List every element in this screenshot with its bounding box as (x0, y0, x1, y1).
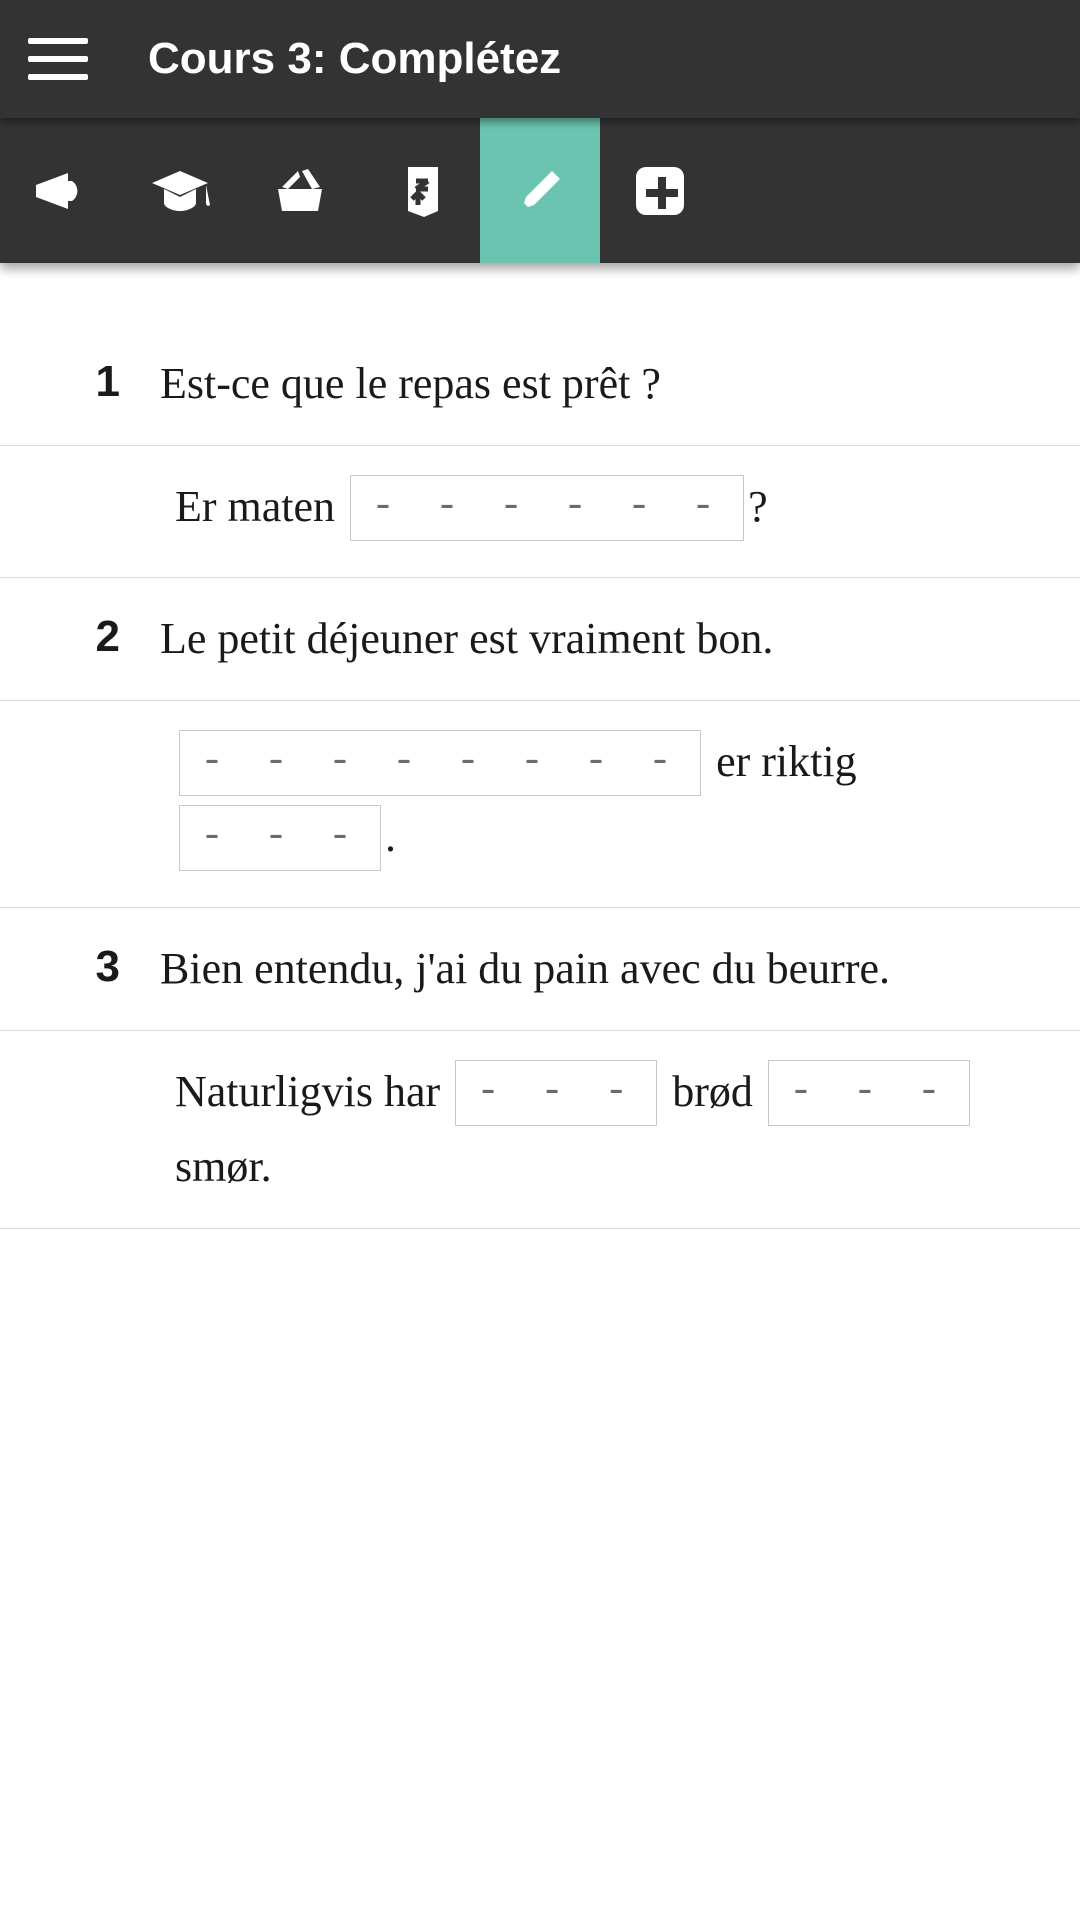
blank-input[interactable]: - - - - - - (350, 475, 744, 541)
exercise-answer: - - - - - - - - er riktig - - -. (0, 701, 1080, 907)
answer-line: Er maten - - - - - -? (175, 474, 1040, 549)
exercise-list: 1 Est-ce que le repas est prêt ? Er mate… (0, 263, 1080, 1920)
swap-icon (388, 159, 452, 223)
answer-text: er riktig (705, 737, 857, 786)
exercise-prompt: 3 Bien entendu, j'ai du pain avec du beu… (0, 908, 1080, 1030)
exercise-number: 3 (0, 936, 160, 1002)
exercise-prompt: 1 Est-ce que le repas est prêt ? (0, 323, 1080, 445)
prompt-text: Le petit déjeuner est vraiment bon. (160, 606, 1040, 672)
pencil-icon (508, 159, 572, 223)
tab-learn[interactable] (120, 118, 240, 263)
answer-text: Er maten (175, 482, 346, 531)
menu-icon[interactable] (28, 29, 88, 89)
answer-text: smør. (175, 1142, 272, 1191)
answer-line: - - - - - - - - er riktig - - -. (175, 729, 1040, 879)
answer-text: Naturligvis har (175, 1067, 451, 1116)
tab-archive[interactable] (240, 118, 360, 263)
exercise-answer: Er maten - - - - - -? (0, 446, 1080, 577)
prompt-text: Bien entendu, j'ai du pain avec du beurr… (160, 936, 1040, 1002)
answer-text: brød (661, 1067, 764, 1116)
prompt-text: Est-ce que le repas est prêt ? (160, 351, 1040, 417)
exercise-number: 1 (0, 351, 160, 417)
tab-translate[interactable] (360, 118, 480, 263)
tab-listen[interactable] (0, 118, 120, 263)
tab-write[interactable] (480, 118, 600, 263)
tab-bar (0, 118, 1080, 263)
answer-line: Naturligvis har - - - brød - - - smør. (175, 1059, 1040, 1200)
page-title: Cours 3: Complétez (148, 34, 561, 84)
answer-text: . (385, 812, 396, 861)
exercise-answer: Naturligvis har - - - brød - - - smør. (0, 1031, 1080, 1228)
plus-icon (628, 159, 692, 223)
app-header: Cours 3: Complétez (0, 0, 1080, 118)
exercise-number: 2 (0, 606, 160, 672)
tab-add[interactable] (600, 118, 720, 263)
blank-input[interactable]: - - - (455, 1060, 657, 1126)
megaphone-icon (28, 159, 92, 223)
blank-input[interactable]: - - - (768, 1060, 970, 1126)
blank-input[interactable]: - - - (179, 805, 381, 871)
answer-text: ? (748, 482, 768, 531)
exercise-prompt: 2 Le petit déjeuner est vraiment bon. (0, 578, 1080, 700)
blank-input[interactable]: - - - - - - - - (179, 730, 701, 796)
inbox-icon (268, 159, 332, 223)
graduation-cap-icon (148, 159, 212, 223)
divider (0, 1228, 1080, 1229)
